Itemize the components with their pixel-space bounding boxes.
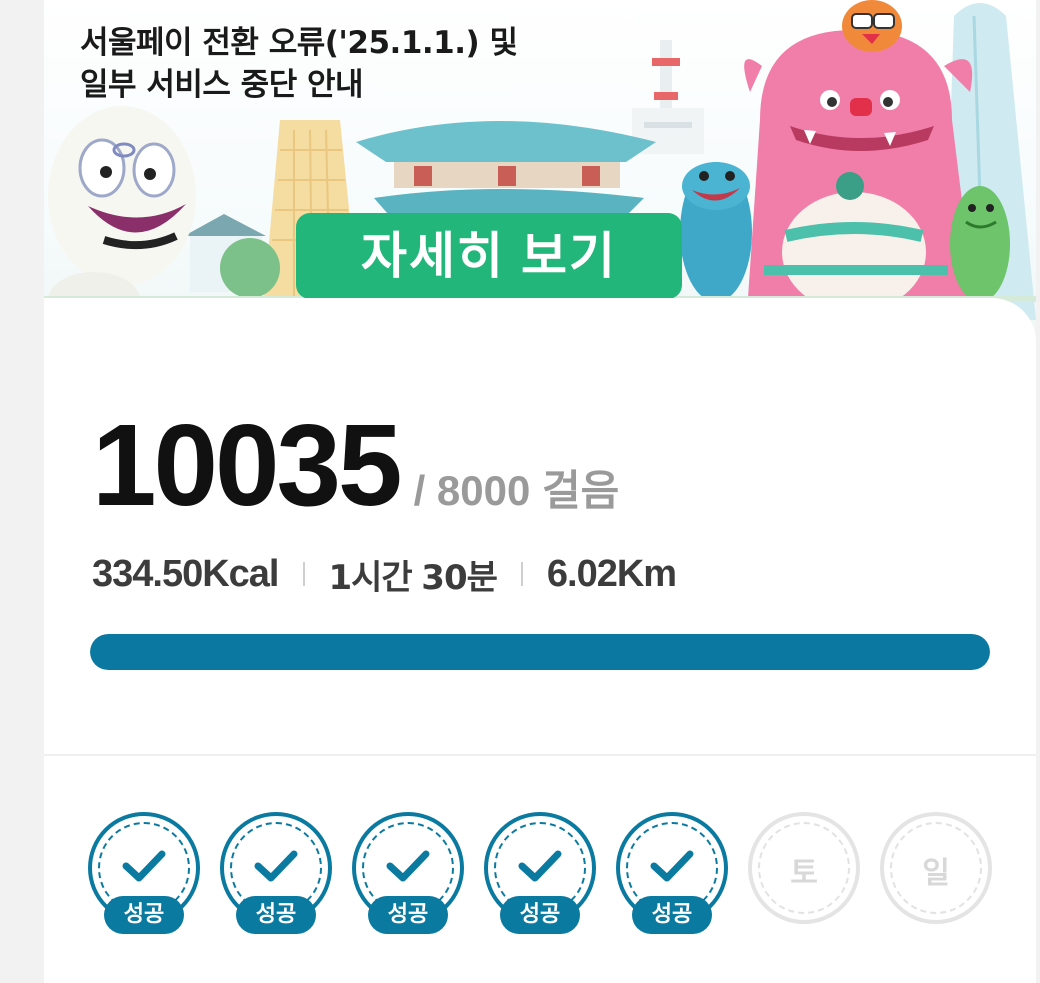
check-icon: [518, 850, 562, 882]
day-badge-saturday[interactable]: 토: [748, 812, 860, 924]
check-icon: [386, 850, 430, 882]
steps-summary: 10035/ 8000 걸음: [92, 398, 620, 530]
success-badge: 성공: [368, 896, 448, 934]
walking-page: 서울페이 전환 오류('25.1.1.) 및 일부 서비스 중단 안내 자세히 …: [44, 0, 1036, 983]
success-badge: 성공: [236, 896, 316, 934]
duration-minutes: 30분: [421, 557, 498, 598]
weekly-record: 성공 성공 성공 성공 성공 토 일: [88, 812, 998, 942]
step-goal-value: / 8000: [413, 467, 531, 514]
step-goal: / 8000 걸음: [414, 457, 620, 518]
stat-separator: [520, 562, 523, 586]
success-badge: 성공: [500, 896, 580, 934]
duration-value: 1시간 30분: [328, 550, 498, 599]
day-badge-3[interactable]: 성공: [352, 812, 464, 934]
distance-value: 6.02Km: [546, 552, 677, 595]
banner-title-line-1: 서울페이 전환 오류('25.1.1.) 및: [80, 25, 518, 61]
stat-separator: [302, 562, 305, 586]
view-details-button[interactable]: 자세히 보기: [296, 213, 682, 299]
success-badge: 성공: [104, 896, 184, 934]
step-progress-fill: [90, 634, 990, 670]
duration-hours: 1시간: [328, 557, 413, 598]
calories-value: 334.50Kcal: [92, 552, 279, 595]
banner-title: 서울페이 전환 오류('25.1.1.) 및 일부 서비스 중단 안내: [80, 22, 518, 106]
day-label-sunday: 일: [922, 856, 950, 891]
success-badge: 성공: [632, 896, 712, 934]
section-divider: [44, 754, 1036, 756]
activity-stats: 334.50Kcal 1시간 30분 6.02Km: [92, 550, 677, 599]
steps-card: 10035/ 8000 걸음 334.50Kcal 1시간 30분 6.02Km: [44, 298, 1036, 752]
banner-title-line-2: 일부 서비스 중단 안내: [80, 67, 364, 103]
check-icon: [254, 850, 298, 882]
day-badge-5[interactable]: 성공: [616, 812, 728, 934]
check-icon: [650, 850, 694, 882]
day-badge-sunday[interactable]: 일: [880, 812, 992, 924]
day-badge-2[interactable]: 성공: [220, 812, 332, 934]
step-count: 10035: [92, 400, 403, 530]
step-unit: 걸음: [542, 466, 620, 515]
day-badge-4[interactable]: 성공: [484, 812, 596, 934]
day-label-saturday: 토: [790, 856, 818, 891]
day-badge-1[interactable]: 성공: [88, 812, 200, 934]
step-progress-bar: [90, 634, 990, 670]
check-icon: [122, 850, 166, 882]
